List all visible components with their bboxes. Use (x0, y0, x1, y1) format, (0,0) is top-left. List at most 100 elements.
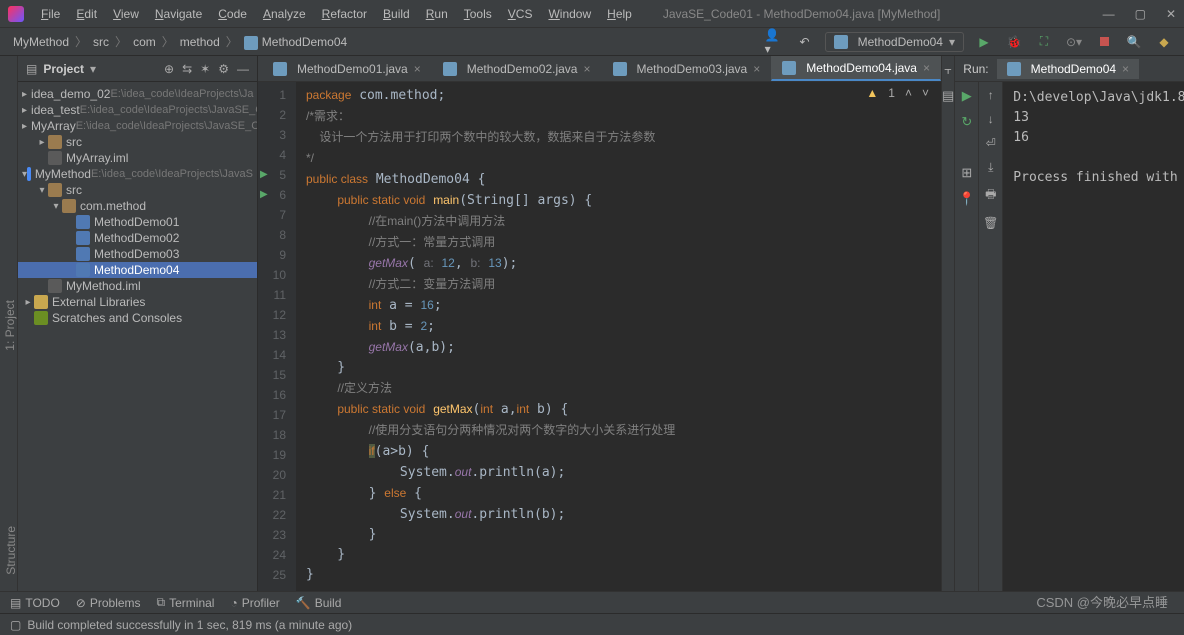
menu-help[interactable]: Help (600, 4, 639, 24)
menu-analyze[interactable]: Analyze (256, 4, 313, 24)
stop-icon[interactable] (964, 140, 970, 155)
status-icon: ▢ (10, 618, 21, 632)
tree-item[interactable]: MethodDemo03 (18, 246, 257, 262)
toolbar-right: 👤▾ ↶ MethodDemo04 ▾ ▶ 🐞 ⛶ ⊙▾ 🔍 ◆ (765, 32, 1174, 52)
run-tab[interactable]: MethodDemo04 × (997, 59, 1139, 79)
tree-item[interactable]: ▾com.method (18, 198, 257, 214)
menu-view[interactable]: View (106, 4, 146, 24)
warning-icon: ▲ (866, 86, 878, 100)
print-icon[interactable]: 🖶 (985, 185, 996, 206)
stop-button[interactable] (1094, 32, 1114, 52)
menu-build[interactable]: Build (376, 4, 417, 24)
status-text: Build completed successfully in 1 sec, 8… (27, 618, 352, 632)
editor[interactable]: 1234▶5▶678910111213141516171819202122232… (258, 82, 941, 591)
back-icon[interactable]: ↶ (795, 32, 815, 52)
titlebar: FileEditViewNavigateCodeAnalyzeRefactorB… (0, 0, 1184, 28)
menu-edit[interactable]: Edit (69, 4, 104, 24)
tree-item[interactable]: ▸External Libraries (18, 294, 257, 310)
code-content[interactable]: package com.method; /*需求： 设计一个方法用于打印两个数中… (296, 82, 941, 591)
bottom-todo[interactable]: ▤ TODO (10, 596, 60, 610)
search-icon[interactable]: 🔍 (1124, 32, 1144, 52)
tree-item[interactable]: ▸src (18, 134, 257, 150)
tree-item[interactable]: ▸idea_test E:\idea_code\IdeaProjects\Jav… (18, 102, 257, 118)
tree-item[interactable]: ▸idea_demo_02 E:\idea_code\IdeaProjects\… (18, 86, 257, 102)
down-icon[interactable]: ↓ (988, 112, 994, 126)
structure-toolwindow-button[interactable]: Structure (4, 526, 18, 575)
breadcrumb-item[interactable]: method (177, 35, 223, 49)
breadcrumb-item[interactable]: MethodDemo04 (241, 35, 350, 49)
project-toolwindow-button[interactable]: 1: Project (3, 300, 17, 351)
navigation-bar: MyMethod〉src〉com〉method〉MethodDemo04 👤▾ … (0, 28, 1184, 56)
bottom-terminal[interactable]: ⧉ Terminal (157, 595, 215, 610)
menu-file[interactable]: File (34, 4, 67, 24)
up-icon[interactable]: ↑ (988, 88, 994, 102)
collapse-icon[interactable]: ✶ (200, 62, 210, 76)
project-panel: ▤ Project ▾ ⊕ ⇆ ✶ ⚙ — ▸idea_demo_02 E:\i… (18, 56, 258, 591)
tree-item[interactable]: Scratches and Consoles (18, 310, 257, 326)
editor-tab[interactable]: MethodDemo04.java× (771, 56, 941, 81)
tree-item[interactable]: ▾MyMethod E:\idea_code\IdeaProjects\Java… (18, 166, 257, 182)
clear-icon[interactable]: 🗑 (983, 216, 998, 230)
close-button[interactable]: ✕ (1166, 7, 1176, 21)
breadcrumb-item[interactable]: src (90, 35, 112, 49)
breadcrumb-item[interactable]: com (130, 35, 159, 49)
run-config-dropdown[interactable]: MethodDemo04 ▾ (825, 32, 964, 52)
tree-item[interactable]: MethodDemo02 (18, 230, 257, 246)
bottom-profiler[interactable]: ◔ Profiler (230, 596, 279, 610)
tree-item[interactable]: MyMethod.iml (18, 278, 257, 294)
user-icon[interactable]: 👤▾ (765, 32, 785, 52)
minimize-button[interactable]: — (1103, 7, 1115, 21)
console-output[interactable]: D:\develop\Java\jdk1.8.0_241\bin\java.e … (1003, 82, 1184, 591)
project-panel-header: ▤ Project ▾ ⊕ ⇆ ✶ ⚙ — (18, 56, 257, 82)
line-gutter[interactable]: 1234▶5▶678910111213141516171819202122232… (258, 82, 296, 591)
tree-item[interactable]: MethodDemo04 (18, 262, 257, 278)
profile-button[interactable]: ⊙▾ (1064, 32, 1084, 52)
pin-icon[interactable]: 📍 (959, 191, 975, 207)
tree-item[interactable]: MethodDemo01 (18, 214, 257, 230)
tree-item[interactable]: ▾src (18, 182, 257, 198)
layout-icon[interactable]: ▤ (942, 88, 954, 104)
ide-icon[interactable]: ◆ (1154, 32, 1174, 52)
editor-inspection-widget[interactable]: ▲ 1 ˄ ˅ (866, 86, 929, 100)
menu-navigate[interactable]: Navigate (148, 4, 209, 24)
run-button[interactable]: ▶ (974, 32, 994, 52)
wrap-icon[interactable]: ⏎ (986, 136, 996, 150)
scroll-icon[interactable]: ⤓ (988, 160, 993, 175)
menu-run[interactable]: Run (419, 4, 455, 24)
tree-item[interactable]: ▸MyArray E:\idea_code\IdeaProjects\JavaS… (18, 118, 257, 134)
breadcrumb-item[interactable]: MyMethod (10, 35, 72, 49)
maximize-button[interactable]: ▢ (1135, 7, 1146, 21)
editor-side-tools: ⫟ ▤ (941, 56, 954, 591)
debug-button[interactable]: 🐞 (1004, 32, 1024, 52)
run-tab-icon (1007, 62, 1021, 76)
prev-highlight-icon[interactable]: ˄ (905, 86, 912, 100)
project-tree[interactable]: ▸idea_demo_02 E:\idea_code\IdeaProjects\… (18, 82, 257, 591)
menu-code[interactable]: Code (211, 4, 254, 24)
bottom-problems[interactable]: ⊘ Problems (76, 596, 141, 610)
hide-icon[interactable]: — (237, 62, 249, 76)
layout-icon[interactable]: ⊞ (961, 165, 972, 181)
bottom-build[interactable]: 🔨 Build (296, 596, 342, 610)
app-icon (8, 6, 24, 22)
next-highlight-icon[interactable]: ˅ (922, 86, 929, 100)
coverage-button[interactable]: ⛶ (1034, 32, 1054, 52)
left-tool-strip: 1: Project Learn (0, 56, 18, 591)
run-config-label: MethodDemo04 (858, 35, 943, 49)
split-icon[interactable]: ⫟ (944, 62, 952, 78)
run-body: ▶ ↻ ⊞ 📍 ↑ ↓ ⏎ ⤓ 🖶 🗑 D:\develop\Java\jdk1… (955, 82, 1184, 591)
editor-tab[interactable]: MethodDemo03.java× (602, 57, 772, 81)
menu-tools[interactable]: Tools (457, 4, 499, 24)
main-menu: FileEditViewNavigateCodeAnalyzeRefactorB… (34, 4, 639, 24)
menu-window[interactable]: Window (541, 4, 598, 24)
rerun-icon[interactable]: ↻ (961, 114, 972, 130)
menu-refactor[interactable]: Refactor (315, 4, 374, 24)
expand-all-icon[interactable]: ⇆ (182, 62, 192, 76)
editor-tabs: MethodDemo01.java×MethodDemo02.java×Meth… (258, 56, 941, 82)
editor-tab[interactable]: MethodDemo01.java× (262, 57, 432, 81)
tree-item[interactable]: MyArray.iml (18, 150, 257, 166)
select-opened-file-icon[interactable]: ⊕ (164, 62, 174, 76)
settings-icon[interactable]: ⚙ (218, 62, 229, 76)
menu-vcs[interactable]: VCS (501, 4, 540, 24)
editor-tab[interactable]: MethodDemo02.java× (432, 57, 602, 81)
rerun-button[interactable]: ▶ (962, 88, 972, 104)
